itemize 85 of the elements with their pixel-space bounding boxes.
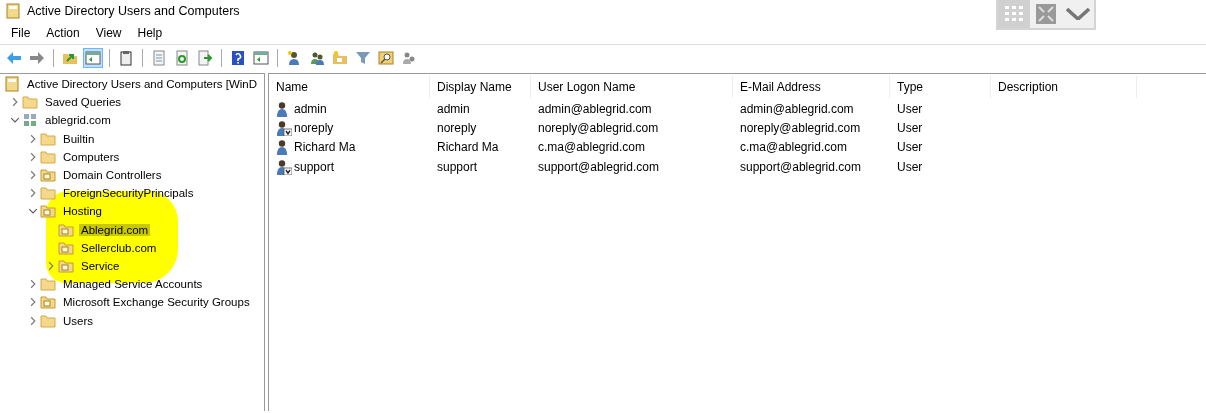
table-cell: admin [294, 101, 327, 116]
table-cell-text: Richard Ma [436, 140, 500, 155]
back-arrow-icon [6, 50, 22, 66]
folder-icon [40, 294, 56, 311]
table-cell-text: support@ablegrid.com [739, 159, 862, 174]
clipboard-icon [118, 50, 134, 66]
chevron-right-icon[interactable] [28, 188, 38, 199]
tree-item[interactable]: Saved Queries [43, 96, 124, 109]
column-header[interactable]: Type [890, 75, 991, 98]
folder-icon [40, 167, 56, 184]
tree-item[interactable]: Users [61, 314, 96, 327]
tree-item[interactable]: Hosting [61, 205, 104, 218]
table-cell-text: User [896, 120, 924, 135]
table-cell: Richard Ma [294, 140, 356, 155]
export-icon [197, 50, 213, 66]
folder-icon [332, 50, 348, 66]
chevron-right-icon[interactable] [28, 279, 38, 290]
column-header[interactable]: Name [269, 75, 430, 98]
tree-item[interactable]: ablegrid.com [43, 114, 113, 127]
user-icon [286, 50, 302, 66]
menu-item[interactable]: Action [46, 26, 80, 40]
folder-icon [40, 148, 56, 165]
chevron-right-icon[interactable] [46, 260, 56, 271]
chevron-right-icon[interactable] [28, 297, 38, 308]
chevron-right-icon[interactable] [28, 133, 38, 144]
pane-icon [253, 50, 269, 66]
users-icon [309, 50, 325, 66]
folder-icon [22, 94, 38, 111]
column-header[interactable]: Description [991, 75, 1137, 98]
table-cell-text: noreply [436, 120, 478, 135]
table-cell: support [294, 159, 335, 174]
tree-item[interactable]: Sellerclub.com [79, 241, 159, 254]
folder-icon [58, 257, 74, 274]
table-cell-text: noreply@ablegrid.com [739, 120, 862, 135]
menu-item[interactable]: View [95, 26, 122, 40]
tree-item[interactable]: Builtin [61, 132, 97, 145]
table-cell-text: User [896, 101, 924, 116]
folder-icon [40, 130, 56, 147]
chevron-right-icon[interactable] [28, 315, 38, 326]
tree-item[interactable]: Microsoft Exchange Security Groups [61, 296, 252, 309]
column-header[interactable]: User Logon Name [531, 75, 733, 98]
tree-item[interactable]: Service [79, 259, 122, 272]
table-cell-text: support@ablegrid.com [537, 159, 660, 174]
tree-item[interactable]: Active Directory Users and Computers [WinD [25, 78, 260, 91]
table-cell-text: c.ma@ablegrid.com [739, 140, 848, 155]
find-icon [378, 50, 394, 66]
folder-icon [58, 239, 74, 256]
folder-icon [40, 185, 56, 202]
domain-icon [22, 112, 38, 129]
toolbar-button[interactable] [376, 48, 396, 68]
tree-item[interactable]: Computers [61, 150, 122, 163]
table-cell-text: User [896, 140, 924, 155]
table-cell-text: User [896, 159, 924, 174]
chevron-right-icon[interactable] [28, 170, 38, 181]
console-icon [5, 3, 21, 19]
help-icon [230, 50, 246, 66]
column-header[interactable]: Display Name [430, 75, 531, 98]
refresh-icon [174, 50, 190, 66]
menu-item[interactable]: Help [137, 26, 163, 40]
chevron-right-icon[interactable] [10, 97, 20, 108]
chevron-right-icon[interactable] [28, 151, 38, 162]
pane-icon [85, 50, 101, 66]
folder-icon [40, 312, 56, 329]
table-cell-text: support [436, 159, 479, 174]
console-icon [4, 76, 20, 93]
menu-item[interactable]: File [11, 26, 31, 40]
table-cell: noreply [294, 120, 334, 135]
document-icon [151, 50, 167, 66]
folder-icon [40, 276, 56, 293]
forward-arrow-icon [29, 50, 45, 66]
table-cell-text: admin@ablegrid.com [537, 101, 653, 116]
table-cell-text: noreply@ablegrid.com [537, 120, 660, 135]
folder-icon [58, 221, 74, 238]
folder-icon [40, 203, 56, 220]
column-header[interactable]: E-Mail Address [733, 75, 890, 98]
filter-icon [355, 50, 371, 66]
table-cell-text: admin@ablegrid.com [739, 101, 855, 116]
users-icon [401, 50, 417, 66]
fullscreen-icon[interactable] [1036, 4, 1056, 24]
chevron-down-icon[interactable] [1066, 8, 1090, 20]
window-title: Active Directory Users and Computers [27, 4, 240, 18]
table-cell-text: c.ma@ablegrid.com [537, 140, 646, 155]
tree-item[interactable]: Domain Controllers [61, 169, 164, 182]
toolbar-button[interactable] [195, 48, 215, 68]
table-cell-text: admin [436, 101, 471, 116]
